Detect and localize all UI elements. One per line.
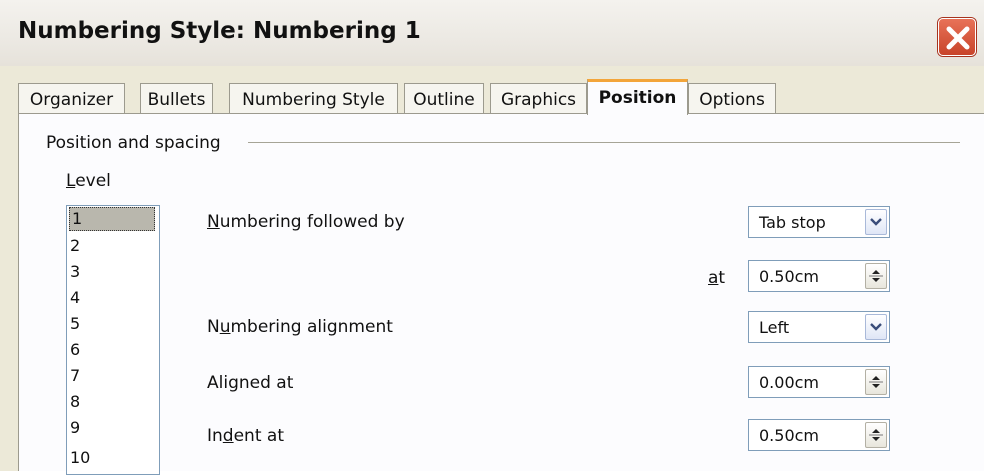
numbering-alignment-select[interactable]: Left <box>748 311 890 343</box>
title-bar: Numbering Style: Numbering 1 <box>0 0 984 66</box>
tab-graphics[interactable]: Graphics <box>490 83 587 113</box>
dropdown-button[interactable] <box>865 314 887 340</box>
list-item[interactable]: 9 <box>70 418 80 437</box>
at-label: at <box>708 268 726 288</box>
close-icon <box>946 26 970 50</box>
list-item[interactable]: 7 <box>70 366 80 385</box>
spin-button[interactable] <box>865 369 887 395</box>
tab-panel <box>18 113 984 471</box>
list-item[interactable]: 1 <box>69 207 155 231</box>
chevron-down-icon <box>870 218 882 226</box>
list-item[interactable]: 8 <box>70 392 80 411</box>
dropdown-button[interactable] <box>865 209 887 235</box>
spin-arrows-icon <box>869 270 883 282</box>
tab-numbering-style[interactable]: Numbering Style <box>229 83 398 113</box>
list-item[interactable]: 3 <box>70 262 80 281</box>
spin-button[interactable] <box>865 263 887 289</box>
section-title: Position and spacing <box>46 133 221 153</box>
window-title: Numbering Style: Numbering 1 <box>18 18 421 44</box>
numbering-followed-by-select[interactable]: Tab stop <box>748 206 890 238</box>
indent-at-input[interactable]: 0.50cm <box>748 419 890 451</box>
numbering-followed-by-label: Numbering followed by <box>207 212 405 232</box>
list-item[interactable]: 4 <box>70 288 80 307</box>
list-item[interactable]: 2 <box>70 236 80 255</box>
close-button[interactable] <box>938 18 976 56</box>
section-divider <box>248 142 960 143</box>
tab-position[interactable]: Position <box>587 79 688 115</box>
tab-outline[interactable]: Outline <box>404 83 484 113</box>
spin-button[interactable] <box>865 422 887 448</box>
spin-arrows-icon <box>869 429 883 441</box>
list-item[interactable]: 10 <box>70 448 90 467</box>
spin-arrows-icon <box>869 376 883 388</box>
tab-options[interactable]: Options <box>688 83 776 113</box>
aligned-at-input[interactable]: 0.00cm <box>748 366 890 398</box>
indent-at-label: Indent at <box>207 426 284 446</box>
tab-organizer[interactable]: Organizer <box>18 83 125 113</box>
level-list[interactable]: 1 2 3 4 5 6 7 8 9 10 <box>66 205 160 475</box>
tab-bullets[interactable]: Bullets <box>140 83 213 113</box>
list-item[interactable]: 5 <box>70 314 80 333</box>
aligned-at-label: Aligned at <box>207 373 294 393</box>
numbering-alignment-label: Numbering alignment <box>207 317 393 337</box>
chevron-down-icon <box>870 323 882 331</box>
level-label: Level <box>66 171 111 191</box>
list-item[interactable]: 6 <box>70 340 80 359</box>
tab-stop-at-input[interactable]: 0.50cm <box>748 260 890 292</box>
